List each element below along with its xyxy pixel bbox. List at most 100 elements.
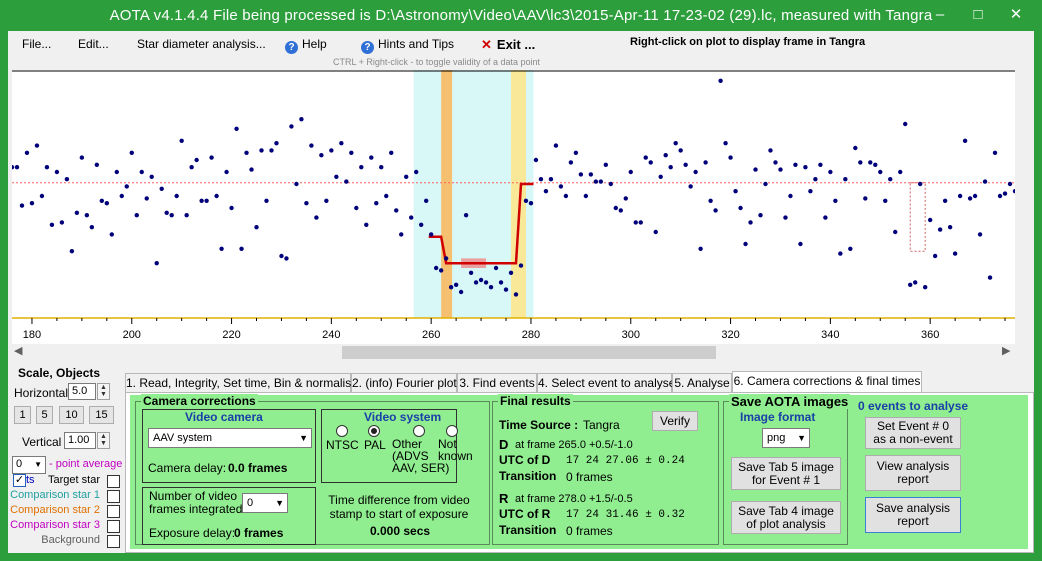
ntsc-radio[interactable] — [336, 425, 348, 437]
data-point[interactable] — [843, 177, 848, 182]
zoom-15-button[interactable]: 15 — [89, 406, 114, 424]
zoom-1-button[interactable]: 1 — [14, 406, 31, 424]
data-point[interactable] — [733, 189, 738, 194]
data-point[interactable] — [468, 270, 474, 275]
data-point[interactable] — [698, 246, 703, 251]
data-point[interactable] — [344, 179, 349, 184]
data-point[interactable] — [463, 213, 469, 218]
data-point[interactable] — [473, 280, 479, 285]
vertical-scale-spinner[interactable]: ▲ ▼ — [97, 432, 110, 449]
data-point[interactable] — [139, 169, 144, 175]
save-report-button[interactable]: Save analysis report — [865, 497, 961, 533]
data-point[interactable] — [848, 246, 853, 251]
horizontal-scale-spinner[interactable]: ▲ ▼ — [97, 383, 110, 400]
data-point[interactable] — [583, 193, 589, 199]
data-point[interactable] — [409, 215, 414, 220]
data-point[interactable] — [543, 189, 549, 194]
data-point[interactable] — [169, 213, 174, 218]
data-point[interactable] — [743, 241, 748, 247]
data-point[interactable] — [688, 184, 693, 189]
maximize-button[interactable]: □ — [958, 0, 998, 28]
data-point[interactable] — [229, 205, 234, 211]
data-point[interactable] — [818, 162, 823, 167]
data-point[interactable] — [39, 193, 45, 199]
data-point[interactable] — [194, 157, 199, 163]
data-point[interactable] — [967, 196, 973, 201]
data-point[interactable] — [279, 253, 284, 259]
data-point[interactable] — [898, 169, 903, 175]
data-point[interactable] — [628, 169, 633, 175]
data-point[interactable] — [768, 148, 773, 153]
data-point[interactable] — [803, 165, 808, 170]
data-point[interactable] — [573, 150, 579, 155]
data-point[interactable] — [992, 150, 998, 155]
data-point[interactable] — [239, 246, 244, 251]
data-point[interactable] — [912, 280, 918, 285]
data-point[interactable] — [269, 148, 274, 153]
data-point[interactable] — [873, 162, 878, 167]
data-point[interactable] — [833, 198, 838, 203]
data-point[interactable] — [593, 179, 599, 184]
data-point[interactable] — [44, 165, 50, 170]
data-point[interactable] — [423, 198, 429, 203]
data-point[interactable] — [758, 213, 763, 218]
data-point[interactable] — [888, 177, 893, 182]
data-point[interactable] — [224, 169, 229, 175]
data-point[interactable] — [883, 198, 888, 203]
data-point[interactable] — [339, 141, 344, 146]
data-point[interactable] — [927, 217, 933, 223]
data-point[interactable] — [438, 268, 444, 273]
vertical-scale-input[interactable]: 1.00 — [64, 432, 96, 449]
data-point[interactable] — [84, 213, 90, 218]
data-point[interactable] — [708, 198, 713, 203]
data-point[interactable] — [134, 213, 139, 218]
data-point[interactable] — [119, 193, 124, 199]
data-point[interactable] — [369, 155, 374, 160]
data-point[interactable] — [1012, 189, 1015, 194]
data-point[interactable] — [858, 160, 863, 165]
data-point[interactable] — [249, 167, 254, 172]
data-point[interactable] — [374, 201, 379, 206]
data-point[interactable] — [957, 193, 963, 199]
camera-select[interactable]: AAV system ▼ — [148, 428, 312, 448]
set-non-event-button[interactable]: Set Event # 0 as a non-event — [865, 417, 961, 449]
data-point[interactable] — [703, 160, 708, 165]
data-point[interactable] — [558, 184, 564, 189]
data-point[interactable] — [219, 246, 224, 251]
data-point[interactable] — [623, 196, 628, 201]
data-point[interactable] — [59, 220, 65, 225]
data-point[interactable] — [977, 232, 983, 237]
save-tab5-image-button[interactable]: Save Tab 5 image for Event # 1 — [731, 457, 841, 490]
data-point[interactable] — [413, 169, 419, 175]
data-point[interactable] — [693, 169, 698, 175]
data-point[interactable] — [349, 150, 354, 155]
data-point[interactable] — [319, 153, 324, 158]
data-point[interactable] — [713, 208, 718, 213]
data-point[interactable] — [793, 162, 798, 167]
data-point[interactable] — [518, 263, 524, 268]
data-point[interactable] — [284, 256, 289, 261]
data-point[interactable] — [648, 160, 653, 165]
horizontal-scale-input[interactable]: 5.0 — [68, 383, 96, 400]
data-point[interactable] — [174, 193, 179, 199]
tab-camera-corrections[interactable]: 6. Camera corrections & final times — [732, 371, 922, 393]
scrollbar-thumb[interactable] — [342, 346, 716, 359]
point-average-select[interactable]: 0 ▼ — [12, 456, 46, 474]
data-point[interactable] — [234, 126, 239, 131]
data-point[interactable] — [513, 292, 519, 297]
data-point[interactable] — [379, 165, 384, 170]
zoom-10-button[interactable]: 10 — [59, 406, 84, 424]
data-point[interactable] — [79, 155, 85, 160]
data-point[interactable] — [908, 282, 913, 287]
data-point[interactable] — [394, 208, 399, 213]
data-point[interactable] — [718, 78, 723, 83]
data-point[interactable] — [917, 181, 923, 187]
data-point[interactable] — [678, 148, 683, 153]
data-point[interactable] — [738, 205, 743, 211]
tab-fourier-plot[interactable]: 2. (info) Fourier plot — [351, 373, 457, 393]
data-point[interactable] — [728, 155, 733, 160]
background-checkbox[interactable] — [107, 535, 120, 548]
data-point[interactable] — [124, 184, 129, 189]
data-point[interactable] — [274, 141, 279, 146]
data-point[interactable] — [149, 174, 154, 179]
